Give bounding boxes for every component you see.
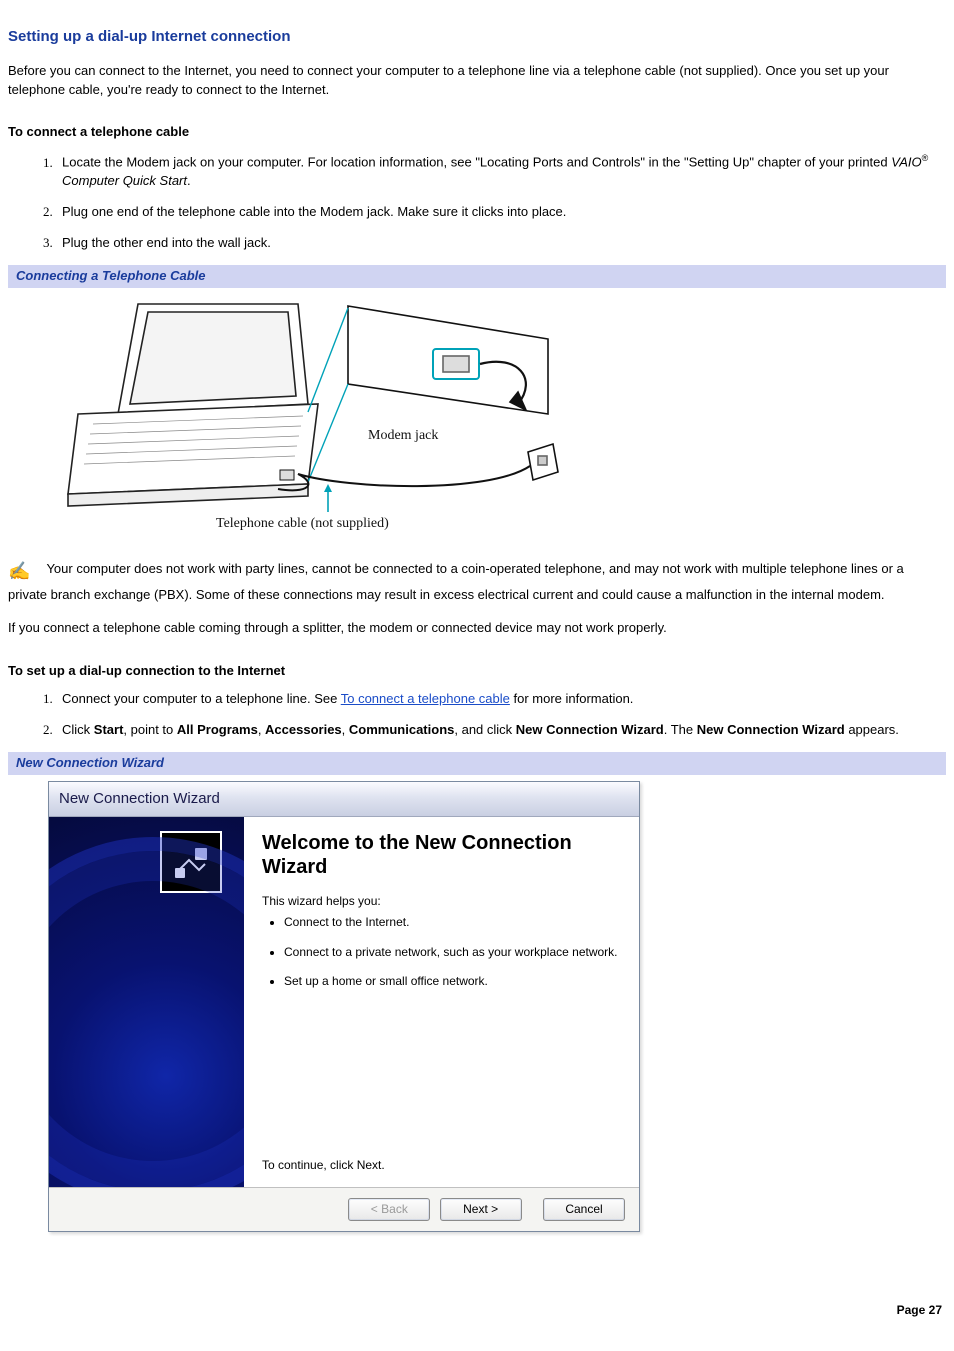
page-number: Page 27	[897, 1302, 942, 1319]
wizard-bullet-1: Connect to the Internet.	[284, 914, 619, 931]
figure-title-cable: Connecting a Telephone Cable	[8, 265, 946, 288]
step2-2-communications: Communications	[349, 722, 454, 737]
wizard-button-bar: < Back Next > Cancel	[49, 1188, 639, 1231]
note-1-text: Your computer does not work with party l…	[8, 561, 904, 602]
wizard-bullet-2: Connect to a private network, such as yo…	[284, 944, 619, 961]
next-button[interactable]: Next >	[440, 1198, 522, 1221]
step2-1: Connect your computer to a telephone lin…	[56, 690, 946, 709]
note-icon: ✍	[8, 558, 32, 584]
wizard-side-graphic	[49, 817, 244, 1187]
step2-2-d: ,	[342, 722, 349, 737]
step2-1-b: for more information.	[510, 691, 634, 706]
step-1-vaio: VAIO	[891, 155, 921, 170]
wizard-bullet-3: Set up a home or small office network.	[284, 973, 619, 990]
note-paragraph-2: If you connect a telephone cable coming …	[8, 619, 946, 638]
diagram-label-telephone-cable: Telephone cable (not supplied)	[216, 514, 389, 534]
step2-2-c: ,	[258, 722, 265, 737]
back-button[interactable]: < Back	[348, 1198, 430, 1221]
step-1-quickstart: Computer Quick Start	[62, 173, 187, 188]
diagram-label-modem-jack: Modem jack	[368, 426, 438, 446]
step-3: Plug the other end into the wall jack.	[56, 234, 946, 253]
wizard-continue-text: To continue, click Next.	[262, 1117, 619, 1174]
page-heading: Setting up a dial-up Internet connection	[8, 26, 946, 48]
step2-2-g: appears.	[845, 722, 899, 737]
note-paragraph-1: ✍ Your computer does not work with party…	[8, 560, 946, 605]
step-2: Plug one end of the telephone cable into…	[56, 203, 946, 222]
wizard-window: New Connection Wizard Welcome to the New…	[48, 781, 640, 1232]
wizard-heading: Welcome to the New Connection Wizard	[262, 831, 619, 879]
wizard-side-icon	[160, 831, 222, 893]
intro-paragraph: Before you can connect to the Internet, …	[8, 62, 946, 100]
step2-2-allprograms: All Programs	[177, 722, 258, 737]
step-1: Locate the Modem jack on your computer. …	[56, 152, 946, 191]
cancel-button[interactable]: Cancel	[543, 1198, 625, 1221]
step2-2-ncw2: New Connection Wizard	[697, 722, 845, 737]
step2-2-f: . The	[664, 722, 697, 737]
step2-2-accessories: Accessories	[265, 722, 342, 737]
step2-2-e: , and click	[454, 722, 515, 737]
wizard-titlebar: New Connection Wizard	[49, 782, 639, 817]
step-1-period: .	[187, 173, 191, 188]
step2-1-a: Connect your computer to a telephone lin…	[62, 691, 341, 706]
step2-2-a: Click	[62, 722, 94, 737]
step2-2: Click Start, point to All Programs, Acce…	[56, 721, 946, 740]
step2-2-ncw: New Connection Wizard	[516, 722, 664, 737]
subheading-connect-cable: To connect a telephone cable	[8, 123, 946, 142]
wizard-content: Welcome to the New Connection Wizard Thi…	[244, 817, 639, 1187]
step-1-text-a: Locate the Modem jack on your computer. …	[62, 155, 891, 170]
step2-2-start: Start	[94, 722, 124, 737]
figure-cable-diagram: Modem jack Telephone cable (not supplied…	[8, 288, 946, 532]
step2-2-b: , point to	[123, 722, 176, 737]
step-1-reg: ®	[922, 153, 929, 163]
figure-title-wizard: New Connection Wizard	[8, 752, 946, 775]
figure-wizard: New Connection Wizard Welcome to the New…	[8, 775, 946, 1232]
wizard-helps-text: This wizard helps you:	[262, 893, 619, 910]
steps-connect-cable: Locate the Modem jack on your computer. …	[8, 152, 946, 253]
subheading-setup-dialup: To set up a dial-up connection to the In…	[8, 662, 946, 681]
steps-setup-dialup: Connect your computer to a telephone lin…	[8, 690, 946, 740]
laptop-diagram-svg	[48, 294, 568, 524]
link-connect-telephone-cable[interactable]: To connect a telephone cable	[341, 691, 510, 706]
